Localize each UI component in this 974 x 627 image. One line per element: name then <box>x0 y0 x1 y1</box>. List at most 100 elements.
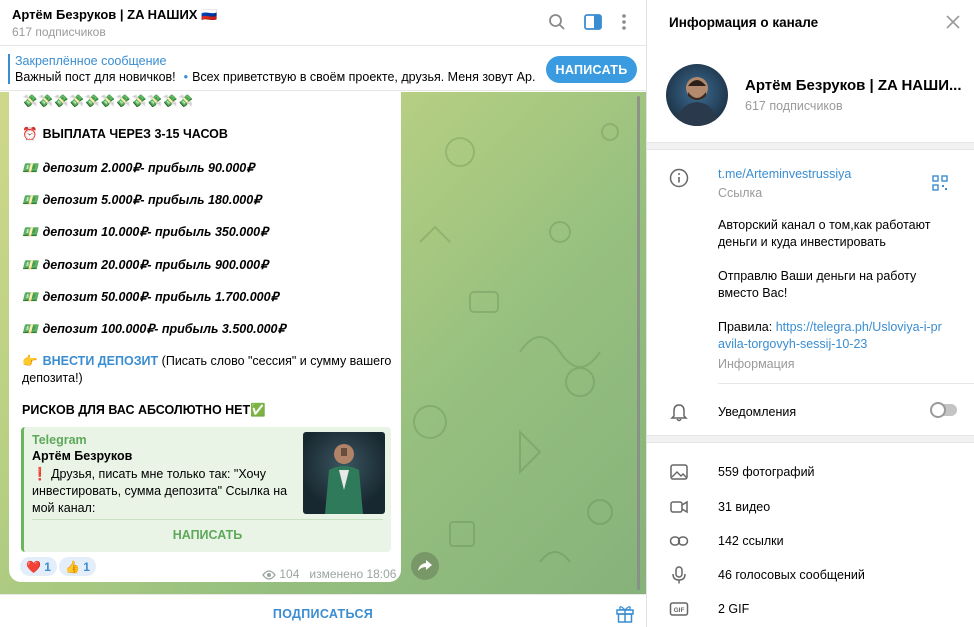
money-icon: 💵 <box>22 161 38 175</box>
media-gifs[interactable]: 2 GIF <box>718 602 749 616</box>
section-divider <box>647 435 974 443</box>
chat-header[interactable]: Артём Безруков | ZA НАШИХ 🇷🇺 617 подписч… <box>0 0 646 46</box>
forward-source: Telegram <box>32 433 87 447</box>
check-mark-icon: ✅ <box>250 403 266 417</box>
qr-code-icon[interactable] <box>932 175 948 191</box>
pointing-hand-icon: 👉 <box>22 354 38 368</box>
media-links[interactable]: 142 ссылки <box>718 534 784 548</box>
deposit-line: 💵 депозит 5.000₽- прибыль 180.000₽ <box>22 192 261 208</box>
channel-info-panel: Информация о канале Артём Безруков | ZA … <box>646 0 974 627</box>
forward-photo[interactable] <box>303 432 385 514</box>
chat-panel: Артём Безруков | ZA НАШИХ 🇷🇺 617 подписч… <box>0 0 646 627</box>
deposit-line: 💵 депозит 100.000₽- прибыль 3.500.000₽ <box>22 321 285 337</box>
pinned-text-1: Важный пост для новичков! <box>15 70 176 84</box>
share-button[interactable] <box>411 552 439 580</box>
subscribe-button[interactable]: ПОДПИСАТЬСЯ <box>0 607 646 621</box>
video-icon <box>670 500 688 514</box>
channel-link[interactable]: t.me/Arteminvestrussiya <box>718 166 851 183</box>
eye-icon <box>262 570 276 580</box>
photo-icon <box>670 464 688 480</box>
notifications-toggle[interactable] <box>930 402 957 418</box>
message-meta: 104 изменено 18:06 <box>262 567 396 581</box>
gift-icon[interactable] <box>615 603 635 623</box>
close-icon[interactable] <box>945 14 961 30</box>
deposit-text: депозит 100.000₽- прибыль 3.500.000₽ <box>42 322 286 336</box>
gif-icon: GIF <box>669 602 689 616</box>
pinned-text: Важный пост для новичков! • Всех приветств… <box>15 70 535 84</box>
forward-author: Артём Безруков <box>32 449 133 463</box>
deposit-line: 💵 депозит 20.000₽- прибыль 900.000₽ <box>22 257 268 273</box>
money-icon: 💵 <box>22 290 38 304</box>
money-emoji-row: 💸💸💸💸💸💸💸💸💸💸💸 <box>22 94 194 108</box>
deposit-instruction: 👉 ВНЕСТИ ДЕПОЗИТ (Писать слово "сессия" и… <box>22 354 391 369</box>
money-icon: 💵 <box>22 258 38 272</box>
pinned-bar <box>8 54 10 84</box>
reaction-count: 1 <box>83 559 90 574</box>
svg-text:GIF: GIF <box>674 607 685 614</box>
deposit-text: депозит 5.000₽- прибыль 180.000₽ <box>42 193 262 207</box>
pinned-text-2: Всех приветствую в своём проекте, друзья… <box>192 70 535 84</box>
payout-text: ВЫПЛАТА ЧЕРЕЗ 3-15 ЧАСОВ <box>42 127 228 141</box>
reaction-heart[interactable]: ❤️ 1 <box>20 557 57 576</box>
risk-line: РИСКОВ ДЛЯ ВАС АБСОЛЮТНО НЕТ✅ <box>22 403 266 418</box>
deposit-line: 💵 депозит 10.000₽- прибыль 350.000₽ <box>22 224 268 240</box>
alarm-clock-icon: ⏰ <box>22 127 38 141</box>
share-arrow-icon <box>418 560 432 571</box>
heart-icon: ❤️ <box>26 559 41 574</box>
chat-title[interactable]: Артём Безруков | ZA НАШИХ 🇷🇺 <box>12 7 217 23</box>
forward-text-body: Друзья, писать мне только так: "Хочу инв… <box>32 467 288 515</box>
media-videos[interactable]: 31 видео <box>718 500 770 514</box>
thumbs-up-icon: 👍 <box>65 559 80 574</box>
bell-icon <box>670 404 688 422</box>
reaction-thumbs-up[interactable]: 👍 1 <box>59 557 96 576</box>
deposit-text: депозит 50.000₽- прибыль 1.700.000₽ <box>42 290 279 304</box>
payout-line: ⏰ ВЫПЛАТА ЧЕРЕЗ 3-15 ЧАСОВ <box>22 127 228 142</box>
deposit-text: депозит 10.000₽- прибыль 350.000₽ <box>42 225 269 239</box>
info-title: Информация о канале <box>669 15 819 30</box>
link-icon <box>669 536 689 546</box>
rules-label: Правила: <box>718 320 776 334</box>
exclamation-icon: ❗ <box>32 467 48 481</box>
search-icon[interactable] <box>546 11 568 33</box>
media-photos[interactable]: 559 фотографий <box>718 465 815 479</box>
view-count: 104 <box>279 567 300 581</box>
deposit-text: депозит 20.000₽- прибыль 900.000₽ <box>42 258 269 272</box>
deposit-note: (Писать слово "сессия" и сумму вашего <box>161 354 392 368</box>
deposit-line: 💵 депозит 2.000₽- прибыль 90.000₽ <box>22 160 254 176</box>
info-label: Информация <box>718 357 795 371</box>
info-icon <box>669 168 689 188</box>
channel-name: Артём Безруков | ZA НАШИ... <box>745 77 962 94</box>
channel-description: Авторский канал о том,как работают деньг… <box>718 218 931 249</box>
channel-avatar[interactable] <box>666 64 728 126</box>
deposit-text: депозит 2.000₽- прибыль 90.000₽ <box>42 161 255 175</box>
forward-write-button[interactable]: НАПИСАТЬ <box>32 519 383 549</box>
money-icon: 💵 <box>22 322 38 336</box>
channel-description-2: Отправлю Ваши деньги на работу вместо Ва… <box>718 269 917 300</box>
chat-subtitle: 617 подписчиков <box>12 25 106 39</box>
sidebar-toggle-icon[interactable] <box>582 11 604 33</box>
forwarded-message[interactable]: Telegram Артём Безруков ❗ Друзья, писать… <box>21 427 391 552</box>
toggle-knob <box>930 402 946 418</box>
subscribe-bar: ПОДПИСАТЬСЯ <box>0 594 646 627</box>
channel-rules: Правила: https://telegra.ph/Usloviya-i-p… <box>718 319 943 353</box>
reaction-count: 1 <box>44 559 51 574</box>
divider <box>718 383 974 384</box>
deposit-link[interactable]: ВНЕСТИ ДЕПОЗИТ <box>43 354 159 368</box>
risk-text: РИСКОВ ДЛЯ ВАС АБСОЛЮТНО НЕТ <box>22 403 251 417</box>
pinned-title: Закреплённое сообщение <box>15 54 167 68</box>
more-menu-icon[interactable] <box>613 11 635 33</box>
forward-text: ❗ Друзья, писать мне только так: "Хочу и… <box>32 466 294 517</box>
write-button[interactable]: НАПИСАТЬ <box>546 56 637 83</box>
money-icon: 💵 <box>22 193 38 207</box>
pinned-separator: • <box>183 70 189 84</box>
edited-time: изменено 18:06 <box>309 567 397 581</box>
channel-link-label: Ссылка <box>718 186 763 200</box>
section-divider <box>647 142 974 150</box>
mic-icon <box>672 566 686 584</box>
channel-subscribers: 617 подписчиков <box>745 99 843 113</box>
deposit-line: 💵 депозит 50.000₽- прибыль 1.700.000₽ <box>22 289 279 305</box>
chat-scrollbar[interactable] <box>637 96 640 590</box>
media-voice[interactable]: 46 голосовых сообщений <box>718 568 865 582</box>
deposit-note-2: депозита!) <box>22 371 83 385</box>
money-icon: 💵 <box>22 225 38 239</box>
